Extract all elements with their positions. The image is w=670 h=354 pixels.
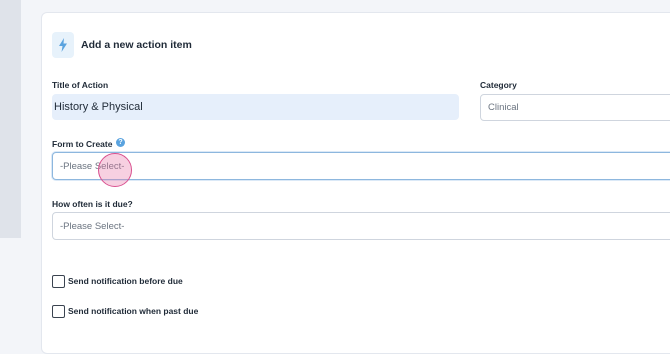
category-select[interactable]: Clinical (480, 94, 670, 121)
form-to-create-label: Form to Create (52, 139, 113, 149)
due-frequency-label: How often is it due? (52, 199, 133, 209)
form-to-create-select[interactable]: -Please Select- (52, 152, 670, 180)
title-of-action-label: Title of Action (52, 80, 109, 90)
bolt-icon (52, 32, 74, 58)
title-of-action-input[interactable]: History & Physical (52, 94, 459, 120)
notify-before-due-checkbox[interactable] (52, 275, 65, 288)
due-frequency-select[interactable]: -Please Select- (52, 212, 670, 240)
card-title: Add a new action item (81, 39, 192, 51)
category-label: Category (480, 80, 517, 90)
action-item-card (41, 12, 670, 354)
notify-past-due-label: Send notification when past due (68, 306, 199, 316)
notify-before-due-label: Send notification before due (68, 276, 183, 286)
sidebar-rail (0, 0, 21, 238)
help-icon[interactable]: ? (116, 138, 125, 147)
notify-past-due-checkbox[interactable] (52, 305, 65, 318)
click-indicator (98, 153, 132, 187)
